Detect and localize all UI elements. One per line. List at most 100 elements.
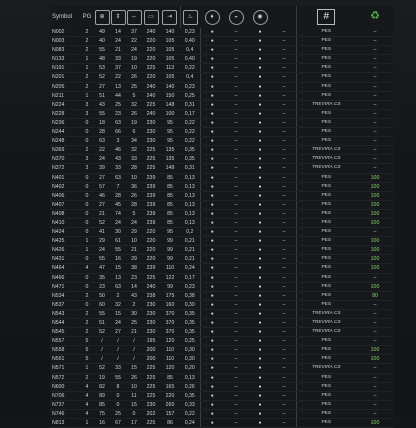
- pg-cell: 2: [80, 291, 94, 301]
- symbol-cell: N370: [50, 154, 80, 165]
- dot-cell-1: ●: [199, 72, 224, 83]
- temperature-cell: 239: [142, 173, 160, 183]
- heat-resistance-icon-header: ♨: [179, 6, 200, 28]
- value-a-cell: 82: [94, 382, 110, 392]
- pg-cell: 4: [80, 400, 94, 410]
- table-row: N425 1 29 61 10 220 99 0,21 ● – ● – PES 100: [50, 236, 394, 247]
- table-row: N426 1 24 55 21 220 99 0,21 ● – ● – PES 100: [50, 245, 394, 256]
- weight-cell: 99: [160, 245, 180, 256]
- value-c-cell: /: [126, 354, 142, 365]
- table-row: N402 0 57 7 36 239 85 0,13 ● – ● – PES 100: [50, 182, 394, 192]
- value-a-cell: 53: [94, 63, 110, 74]
- material-cell: PES: [295, 273, 356, 283]
- dot-cell-4: –: [272, 354, 296, 365]
- weight-cell: 99: [160, 254, 180, 265]
- weight-cell: 86: [160, 418, 180, 428]
- pg-cell: 0: [80, 191, 94, 201]
- value-b-cell: 33: [110, 54, 126, 65]
- value-b-cell: 24: [110, 36, 126, 47]
- dot-cell-1: ●: [199, 236, 224, 247]
- pg-cell: 1: [80, 418, 94, 428]
- material-cell: PES: [295, 45, 356, 56]
- value-a-cell: 27: [94, 173, 110, 183]
- material-cell: PES: [295, 236, 356, 247]
- dot-cell-4: –: [272, 418, 296, 428]
- dot-cell-1: ●: [199, 245, 224, 256]
- length-cell: 100: [356, 236, 394, 247]
- material-cell: PES: [295, 409, 356, 420]
- dot-cell-1: ●: [199, 163, 224, 174]
- value-a-cell: 49: [94, 28, 110, 38]
- thickness-cell: 0,35: [180, 154, 200, 165]
- symbol-cell: N236: [50, 118, 80, 129]
- material-cell: TREVIRA CS: [295, 145, 356, 156]
- value-a-cell: 47: [94, 263, 110, 274]
- value-b-cell: 24: [110, 318, 126, 329]
- dot-cell-4: –: [272, 318, 296, 329]
- temperature-cell: 220: [142, 72, 160, 83]
- length-cell: –: [356, 82, 394, 92]
- value-b-cell: 33: [110, 163, 126, 174]
- value-b-cell: 16: [110, 254, 126, 265]
- length-cell: 100: [356, 182, 394, 192]
- thread-thickness-icon-header: ⇕: [110, 6, 126, 28]
- dot-cell-3: ●: [248, 209, 272, 219]
- material-cell: PES: [295, 291, 356, 301]
- pg-cell: 4: [80, 409, 94, 420]
- weight-cell: 85: [160, 191, 180, 201]
- length-cell: –: [356, 318, 394, 329]
- thickness-cell: 0,13: [180, 200, 200, 210]
- value-a-cell: 39: [94, 163, 110, 174]
- length-cell: –: [356, 300, 394, 310]
- dot-cell-3: ●: [248, 100, 272, 110]
- value-a-cell: 29: [94, 236, 110, 247]
- dot-cell-4: –: [272, 391, 296, 401]
- value-c-cell: 10: [126, 236, 142, 247]
- dot-cell-2: –: [224, 354, 248, 365]
- table-row: N248 0 63 3 34 230 95 0,22 ● – ● – PES –: [50, 136, 394, 147]
- value-c-cell: 37: [126, 28, 142, 38]
- symbol-cell: N369: [50, 145, 80, 156]
- dot-cell-4: –: [272, 118, 296, 129]
- weight-cell: 95: [160, 227, 180, 238]
- weight-cell: 110: [160, 345, 180, 356]
- value-c-cell: 2: [126, 300, 142, 310]
- dot-cell-2: –: [224, 291, 248, 301]
- table-row: N706 4 89 0 11 225 220 0,35 ● – ● – PES –: [50, 391, 394, 401]
- symbol-cell: N372: [50, 163, 80, 174]
- temperature-cell: 239: [142, 263, 160, 274]
- dot-cell-1: ●: [199, 227, 224, 238]
- symbol-cell: N401: [50, 173, 80, 183]
- table-row: N408 0 21 74 5 239 85 0,13 ● – ● – PES 100: [50, 209, 394, 219]
- dot-cell-1: ●: [199, 418, 224, 428]
- pg-cell: 4: [80, 391, 94, 401]
- material-cell: PES: [295, 118, 356, 129]
- dot-cell-2: –: [224, 373, 248, 383]
- length-cell: 100: [356, 254, 394, 265]
- thickness-cell: 0,31: [180, 100, 200, 110]
- weight-cell: 99: [160, 282, 180, 292]
- material-cell: TREVIRA CS: [295, 327, 356, 338]
- value-c-cell: 5: [126, 209, 142, 219]
- dot-cell-2: –: [224, 327, 248, 338]
- dot-cell-3: ●: [248, 63, 272, 74]
- dot-cell-2: –: [224, 154, 248, 165]
- thickness-cell: 0,35: [180, 318, 200, 329]
- length-cell: –: [356, 63, 394, 74]
- dot-cell-2: –: [224, 45, 248, 56]
- dot-cell-2: –: [224, 391, 248, 401]
- weight-cell: 99: [160, 236, 180, 247]
- pg-cell: 5: [80, 336, 94, 347]
- dot-cell-2: –: [224, 163, 248, 174]
- value-c-cell: 28: [126, 200, 142, 210]
- symbol-cell: N572: [50, 373, 80, 383]
- value-a-cell: 28: [94, 127, 110, 138]
- material-cell: TREVIRA CS: [295, 309, 356, 320]
- value-b-cell: 63: [110, 173, 126, 183]
- thickness-cell: 0,20: [180, 363, 200, 374]
- dot-cell-3: ●: [248, 354, 272, 365]
- tensile-strength-icon-header: ▭: [142, 6, 160, 28]
- weight-cell: 85: [160, 373, 180, 383]
- temperature-cell: 230: [142, 136, 160, 147]
- value-c-cell: 21: [126, 245, 142, 256]
